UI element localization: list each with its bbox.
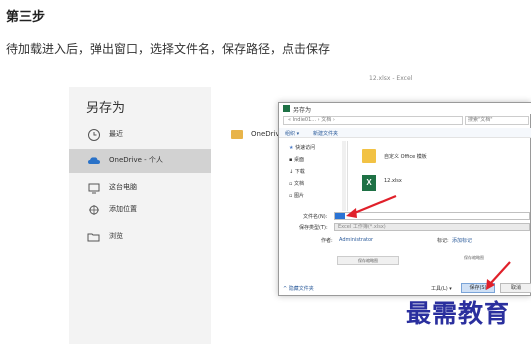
annotation-arrows: [346, 194, 511, 290]
arrow-to-save: [489, 261, 511, 285]
arrow-head-filename: [346, 208, 357, 218]
arrow-to-filename: [351, 194, 397, 216]
watermark: 最需教育: [406, 299, 511, 328]
